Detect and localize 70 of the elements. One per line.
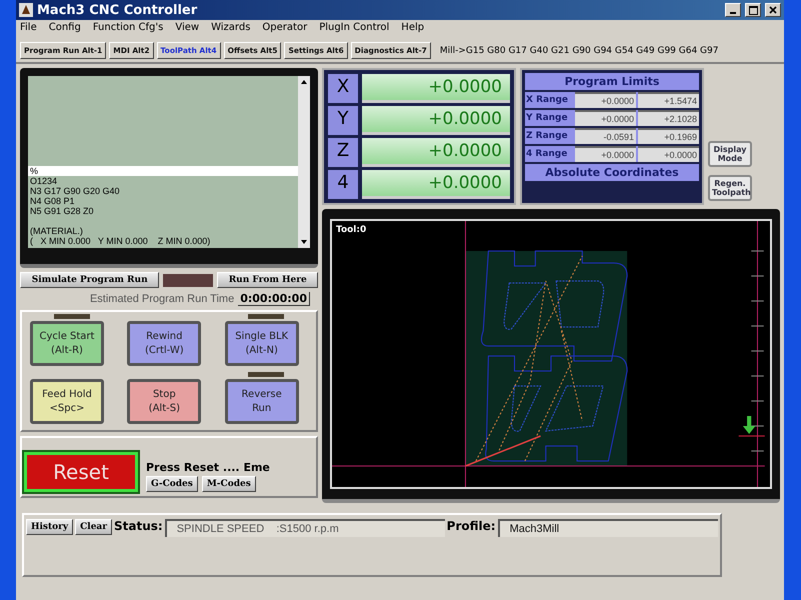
tool-label: Tool:0 — [336, 225, 366, 235]
minimize-button[interactable] — [725, 3, 741, 17]
code-line[interactable]: ( X MIN 0.000 Y MIN 0.000 Z MIN 0.000) — [28, 236, 298, 246]
cycle-button[interactable]: Cycle Start (Alt-R) — [30, 321, 104, 366]
run-from-here-button[interactable]: Run From Here — [217, 272, 318, 288]
axis-label: Y — [328, 106, 358, 135]
range-min: +0.0000 — [575, 110, 636, 126]
range-min: -0.0591 — [575, 128, 636, 144]
cycle-button[interactable]: Feed Hold <Spc> — [30, 379, 104, 424]
cycle-button[interactable]: Reverse Run — [224, 379, 299, 424]
coordinate-mode: Absolute Coordinates — [525, 164, 699, 181]
menu-item[interactable]: Help — [401, 22, 424, 35]
range-max: +1.5474 — [638, 92, 699, 108]
code-list-button[interactable]: M-Codes — [202, 476, 256, 492]
range-max: +0.0000 — [638, 146, 699, 162]
simulate-button[interactable]: Simulate Program Run — [20, 272, 160, 288]
status-field: SPINDLE SPEED :S1500 r.p.m — [164, 519, 445, 537]
code-line[interactable]: (MATERIAL.) — [28, 216, 298, 236]
app-icon — [19, 3, 33, 17]
range-label: 4 Range — [525, 149, 568, 159]
estimated-time-value: 0:00:00:00 — [238, 292, 310, 306]
range-label: Z Range — [525, 131, 569, 141]
code-line[interactable]: N3 G17 G90 G20 G40 — [28, 186, 298, 196]
axis-readout: +0.0000 — [362, 170, 510, 199]
limits-title: Program Limits — [525, 73, 699, 90]
profile-field: Mach3Mill — [498, 519, 718, 537]
menu-item[interactable]: Wizards — [211, 22, 250, 35]
code-line[interactable]: N5 G91 G28 Z0 — [28, 206, 298, 216]
history-button[interactable]: History — [26, 519, 74, 535]
estimated-time-label: Estimated Program Run Time — [90, 293, 234, 305]
axis-label: Z — [328, 138, 358, 167]
window-title: Mach3 CNC Controller — [37, 2, 198, 18]
code-line[interactable]: N4 G08 P1 — [28, 196, 298, 206]
menu-item[interactable]: Config — [48, 22, 81, 35]
axis-label: 4 — [328, 170, 358, 199]
cycle-button[interactable]: Stop (Alt-S) — [127, 379, 202, 424]
range-min: +0.0000 — [575, 92, 636, 108]
close-button[interactable] — [765, 3, 781, 17]
range-label: Y Range — [525, 113, 569, 123]
code-list-button[interactable]: G-Codes — [146, 476, 198, 492]
axis-readout: +0.0000 — [362, 106, 510, 135]
gcode-editor[interactable]: % O1234 N3 G17 G90 G20 G40 N4 G08 P1 N5 G91 G28 Z0 (MATERIAL.) ( X MIN 0.000 Y MIN 0.000 Z MIN 0.000) — [28, 76, 310, 248]
close-icon — [769, 6, 777, 14]
toolpath-button[interactable]: Regen. Toolpath — [708, 175, 752, 201]
axis-readout: +0.0000 — [362, 74, 510, 103]
scrollbar[interactable] — [298, 76, 310, 248]
clear-button[interactable]: Clear — [75, 519, 112, 535]
profile-label: Profile: — [446, 519, 496, 533]
status-label: Status: — [114, 519, 163, 533]
toolpath-button[interactable]: Display Mode — [708, 141, 752, 167]
menu-item[interactable]: Function Cfg's — [92, 22, 164, 35]
range-min: +0.0000 — [575, 146, 636, 162]
range-max: +0.1969 — [638, 128, 699, 144]
cycle-button[interactable]: Single BLK (Alt-N) — [224, 321, 299, 366]
maximize-button[interactable] — [745, 3, 761, 17]
range-label: X Range — [525, 95, 570, 105]
reset-message: Press Reset .... Eme — [146, 461, 270, 474]
range-max: +2.1028 — [638, 110, 699, 126]
reset-button[interactable]: Reset — [24, 452, 138, 492]
menu-item[interactable]: Operator — [262, 22, 308, 35]
modal-codes: Mill->G15 G80 G17 G40 G21 G90 G94 G54 G49 G99 G64 G97 — [440, 46, 718, 56]
axis-label: X — [328, 74, 358, 103]
menu-item[interactable]: View — [175, 22, 200, 35]
maximize-icon — [748, 6, 758, 14]
axis-readout: +0.0000 — [362, 138, 510, 167]
code-line[interactable]: O1234 — [28, 176, 298, 186]
cycle-button[interactable]: Rewind (Crtl-W) — [127, 321, 202, 366]
menu-item[interactable]: File — [20, 22, 37, 35]
menu-item[interactable]: PlugIn Control — [319, 22, 390, 35]
indicator-led — [163, 274, 214, 286]
